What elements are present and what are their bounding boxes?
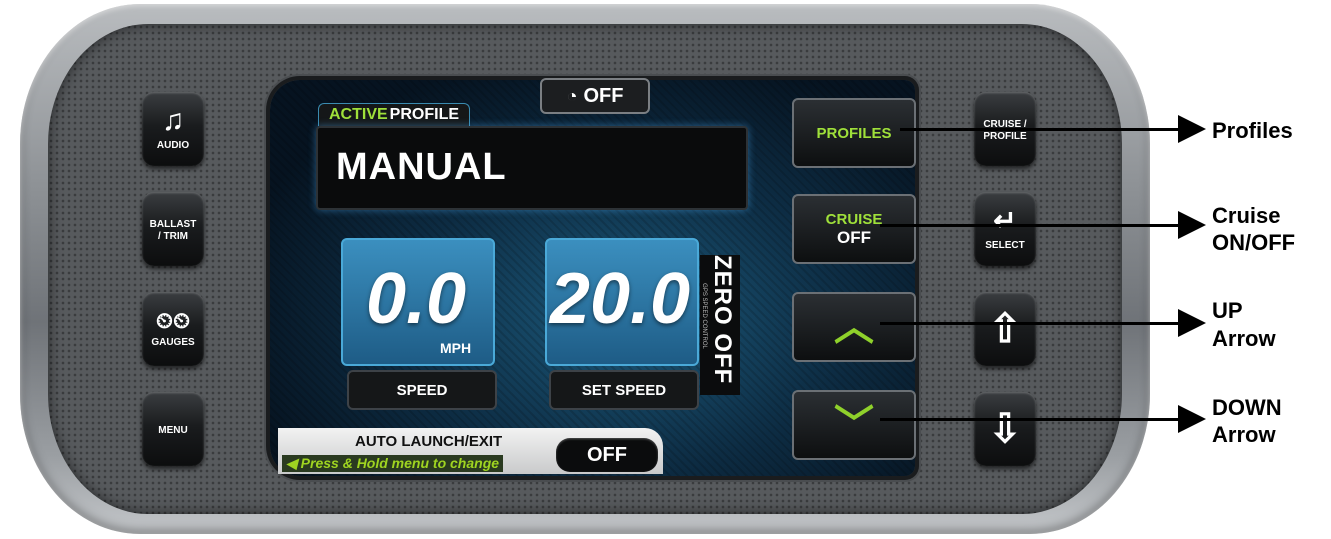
zero-off-brand: ZERO OFF — [709, 255, 736, 385]
down-callout-text-2: Arrow — [1212, 422, 1276, 447]
auto-launch-hint: ◀ Press & Hold menu to change — [282, 455, 504, 472]
select-label: SELECT — [985, 240, 1025, 251]
chevron-down-icon: ﹀ — [834, 403, 874, 447]
speed-unit: MPH — [440, 340, 472, 356]
speedometer-icon: ◔ — [566, 85, 578, 106]
cruise-callout-text-1: Cruise — [1212, 203, 1281, 228]
enter-return-icon: ↵ — [993, 205, 1017, 236]
active-profile-tab-green: ACTIVE — [329, 106, 388, 123]
cruise-callout-line — [880, 224, 1180, 227]
up-arrow-button[interactable]: ⇧ — [974, 292, 1036, 366]
zero-off-logo: ZERO OFF GPS SPEED CONTROL — [700, 255, 740, 395]
down-callout-arrow — [1178, 405, 1206, 433]
gauges-label: GAUGES — [151, 337, 195, 348]
auto-launch-title: AUTO LAUNCH/EXIT — [355, 433, 503, 450]
auto-launch-toggle[interactable]: OFF — [556, 438, 658, 472]
select-button[interactable]: ↵ SELECT — [974, 192, 1036, 266]
profiles-soft-button[interactable]: PROFILES — [792, 98, 916, 168]
profiles-callout-line — [900, 128, 1180, 131]
ballast-trim-button[interactable]: BALLAST / TRIM — [142, 192, 204, 266]
cruise-soft-state: OFF — [837, 227, 871, 247]
audio-label: AUDIO — [156, 140, 190, 151]
active-profile-tab-white: PROFILE — [389, 106, 460, 123]
zero-off-tagline: GPS SPEED CONTROL — [701, 283, 707, 349]
down-callout-line — [880, 418, 1180, 421]
profiles-callout-arrow — [1178, 115, 1206, 143]
music-note-icon: ♫ — [161, 104, 185, 137]
profile-name: MANUAL — [336, 146, 507, 188]
active-profile-tab: ACTIVE PROFILE — [318, 103, 471, 126]
down-callout-text-1: DOWN — [1212, 395, 1282, 420]
cruise-soft-label: CRUISE — [825, 210, 883, 228]
speed-label: SPEED — [347, 370, 497, 410]
gauges-icon: ⏲⏲ — [155, 308, 191, 333]
cruise-soft-button[interactable]: CRUISE OFF — [792, 194, 916, 264]
set-speed-label: SET SPEED — [549, 370, 699, 410]
cruise-status-text: OFF — [583, 84, 624, 107]
up-soft-button[interactable]: ︿ — [792, 292, 916, 362]
auto-launch-hint-text: Press & Hold menu to change — [300, 455, 500, 471]
profiles-soft-label: PROFILES — [816, 124, 892, 142]
cruise-callout-text-2: ON/OFF — [1212, 230, 1296, 255]
speed-value: 0.0 — [365, 259, 467, 339]
audio-button[interactable]: ♫ AUDIO — [142, 92, 204, 166]
up-outline-arrow-icon: ⇧ — [988, 307, 1022, 351]
up-callout-text-2: Arrow — [1212, 326, 1276, 351]
profiles-callout-text: Profiles — [1212, 118, 1293, 143]
cruise-profile-label-2: PROFILE — [983, 131, 1027, 142]
down-soft-button[interactable]: ﹀ — [792, 390, 916, 460]
down-outline-arrow-icon: ⇩ — [988, 407, 1022, 451]
menu-label: MENU — [158, 425, 188, 436]
cruise-status-indicator: ◔ OFF — [540, 78, 650, 114]
ballast-label-2: / TRIM — [158, 231, 188, 242]
up-callout-text-1: UP — [1212, 298, 1243, 323]
gauges-button[interactable]: ⏲⏲ GAUGES — [142, 292, 204, 366]
set-speed-value: 20.0 — [549, 259, 691, 339]
chevron-up-icon: ︿ — [834, 305, 874, 349]
cruise-callout-arrow — [1178, 211, 1206, 239]
up-callout-line — [880, 322, 1180, 325]
menu-button[interactable]: MENU — [142, 392, 204, 466]
ballast-label-1: BALLAST — [149, 219, 197, 230]
up-callout-arrow — [1178, 309, 1206, 337]
down-arrow-button[interactable]: ⇩ — [974, 392, 1036, 466]
